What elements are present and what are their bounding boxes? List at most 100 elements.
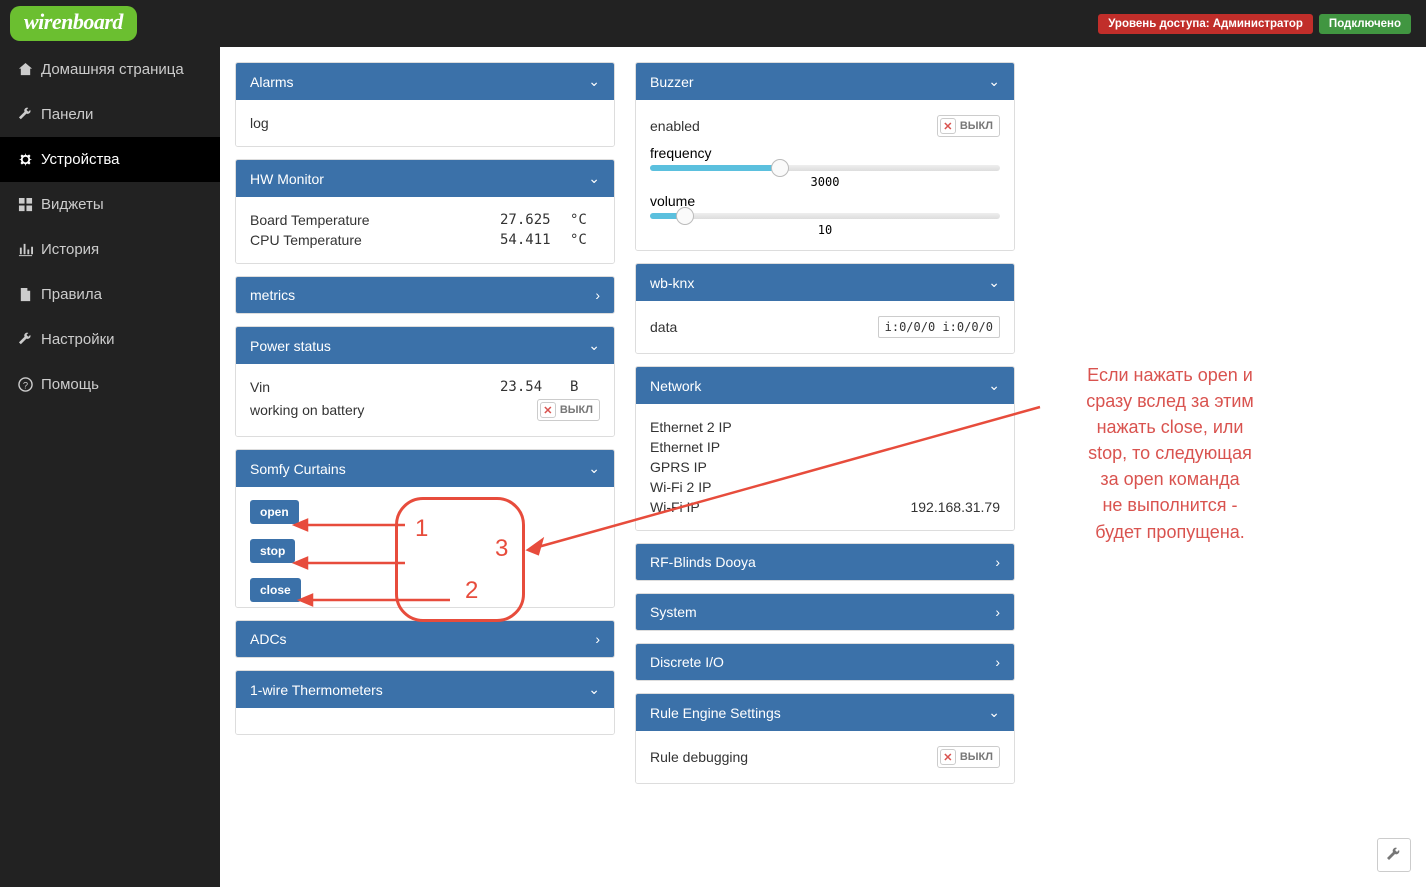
- sidebar-item-devices[interactable]: Устройства: [0, 137, 220, 182]
- rule-engine-panel: Rule Engine Settings⌄ Rule debugging✕ВЫК…: [635, 693, 1015, 784]
- rule-debug-label: Rule debugging: [650, 749, 937, 765]
- power-status-panel: Power status⌄ Vin23.54B working on batte…: [235, 326, 615, 437]
- onewire-header[interactable]: 1-wire Thermometers⌄: [236, 671, 614, 708]
- adcs-header[interactable]: ADCs›: [236, 621, 614, 657]
- file-icon: [18, 287, 33, 302]
- chevron-right-icon: ›: [595, 631, 600, 647]
- wifi-row: Wi-Fi IP192.168.31.79: [650, 497, 1000, 517]
- power-status-header[interactable]: Power status⌄: [236, 327, 614, 364]
- annotation-text: Если нажать open и сразу вслед за этим н…: [1055, 362, 1285, 545]
- sidebar-item-settings[interactable]: Настройки: [0, 317, 220, 362]
- metrics-panel: metrics›: [235, 276, 615, 314]
- onewire-panel: 1-wire Thermometers⌄: [235, 670, 615, 735]
- board-temp-value: 27.625: [500, 212, 570, 228]
- close-button[interactable]: close: [250, 578, 301, 602]
- discrete-io-header[interactable]: Discrete I/O›: [636, 644, 1014, 680]
- chevron-right-icon: ›: [595, 287, 600, 303]
- gear-icon: [18, 152, 33, 167]
- chevron-down-icon: ⌄: [588, 73, 600, 90]
- somfy-header[interactable]: Somfy Curtains⌄: [236, 450, 614, 487]
- chevron-right-icon: ›: [995, 654, 1000, 670]
- annotation-number-1: 1: [415, 515, 428, 543]
- buzzer-header[interactable]: Buzzer⌄: [636, 63, 1014, 100]
- open-button[interactable]: open: [250, 500, 299, 524]
- system-header[interactable]: System›: [636, 594, 1014, 630]
- access-level-badge: Уровень доступа: Администратор: [1098, 14, 1313, 34]
- enabled-toggle[interactable]: ✕ВЫКЛ: [937, 115, 1000, 137]
- alarms-header[interactable]: Alarms⌄: [236, 63, 614, 100]
- battery-toggle[interactable]: ✕ВЫКЛ: [537, 399, 600, 421]
- enabled-label: enabled: [650, 118, 937, 134]
- close-icon: ✕: [540, 402, 556, 418]
- frequency-value: 3000: [650, 175, 1000, 189]
- chevron-down-icon: ⌄: [988, 377, 1000, 394]
- chevron-right-icon: ›: [995, 604, 1000, 620]
- cpu-temp-value: 54.411: [500, 232, 570, 248]
- column-right: Buzzer⌄ enabled✕ВЫКЛ frequency 3000 volu…: [635, 62, 1015, 784]
- volume-label: volume: [650, 193, 695, 209]
- chevron-down-icon: ⌄: [988, 274, 1000, 291]
- discrete-io-panel: Discrete I/O›: [635, 643, 1015, 681]
- chevron-down-icon: ⌄: [588, 681, 600, 698]
- rf-blinds-header[interactable]: RF-Blinds Dooya›: [636, 544, 1014, 580]
- sidebar-item-history[interactable]: История: [0, 227, 220, 272]
- cpu-temp-label: CPU Temperature: [250, 232, 500, 248]
- top-bar: wirenboard Уровень доступа: Администрато…: [0, 0, 1426, 47]
- chevron-down-icon: ⌄: [988, 704, 1000, 721]
- wifi-ip-value: 192.168.31.79: [910, 499, 1000, 515]
- buzzer-panel: Buzzer⌄ enabled✕ВЫКЛ frequency 3000 volu…: [635, 62, 1015, 251]
- board-temp-label: Board Temperature: [250, 212, 500, 228]
- alarms-log: log: [250, 113, 600, 133]
- grid-icon: [18, 197, 33, 212]
- hw-monitor-header[interactable]: HW Monitor⌄: [236, 160, 614, 197]
- sidebar-item-widgets[interactable]: Виджеты: [0, 182, 220, 227]
- chevron-right-icon: ›: [995, 554, 1000, 570]
- wifi2-row: Wi-Fi 2 IP: [650, 477, 1000, 497]
- close-icon: ✕: [940, 749, 956, 765]
- close-icon: ✕: [940, 118, 956, 134]
- annotation-number-3: 3: [495, 535, 508, 563]
- sidebar-item-home[interactable]: Домашняя страница: [0, 47, 220, 92]
- metrics-header[interactable]: metrics›: [236, 277, 614, 313]
- wrench-icon: [18, 332, 33, 347]
- vin-label: Vin: [250, 379, 500, 395]
- sidebar: Домашняя страница Панели Устройства Видж…: [0, 47, 220, 887]
- vin-value: 23.54: [500, 379, 570, 395]
- svg-text:?: ?: [23, 380, 28, 390]
- frequency-slider[interactable]: [650, 165, 1000, 171]
- network-header[interactable]: Network⌄: [636, 367, 1014, 404]
- annotation-number-2: 2: [465, 577, 478, 605]
- chevron-down-icon: ⌄: [588, 337, 600, 354]
- chart-icon: [18, 242, 33, 257]
- wb-knx-header[interactable]: wb-knx⌄: [636, 264, 1014, 301]
- frequency-label: frequency: [650, 145, 711, 161]
- rule-engine-header[interactable]: Rule Engine Settings⌄: [636, 694, 1014, 731]
- stop-button[interactable]: stop: [250, 539, 295, 563]
- wrench-icon: [18, 107, 33, 122]
- home-icon: [18, 62, 33, 77]
- network-panel: Network⌄ Ethernet 2 IP Ethernet IP GPRS …: [635, 366, 1015, 531]
- chevron-down-icon: ⌄: [988, 73, 1000, 90]
- chevron-down-icon: ⌄: [588, 460, 600, 477]
- status-badges: Уровень доступа: Администратор Подключен…: [1098, 14, 1411, 34]
- main-content: Alarms⌄ log HW Monitor⌄ Board Temperatur…: [220, 47, 1426, 887]
- sidebar-item-help[interactable]: ?Помощь: [0, 362, 220, 407]
- battery-label: working on battery: [250, 402, 537, 418]
- gprs-row: GPRS IP: [650, 457, 1000, 477]
- knx-data-value: i:0/0/0 i:0/0/0: [878, 316, 1000, 338]
- eth2-row: Ethernet 2 IP: [650, 417, 1000, 437]
- volume-value: 10: [650, 223, 1000, 237]
- system-panel: System›: [635, 593, 1015, 631]
- knx-data-label: data: [650, 319, 878, 335]
- alarms-panel: Alarms⌄ log: [235, 62, 615, 147]
- page-settings-button[interactable]: [1377, 838, 1411, 872]
- sidebar-item-rules[interactable]: Правила: [0, 272, 220, 317]
- rule-debug-toggle[interactable]: ✕ВЫКЛ: [937, 746, 1000, 768]
- rf-blinds-panel: RF-Blinds Dooya›: [635, 543, 1015, 581]
- sidebar-item-panels[interactable]: Панели: [0, 92, 220, 137]
- column-left: Alarms⌄ log HW Monitor⌄ Board Temperatur…: [235, 62, 615, 784]
- hw-monitor-panel: HW Monitor⌄ Board Temperature27.625°C CP…: [235, 159, 615, 264]
- chevron-down-icon: ⌄: [588, 170, 600, 187]
- help-icon: ?: [18, 377, 33, 392]
- volume-slider[interactable]: [650, 213, 1000, 219]
